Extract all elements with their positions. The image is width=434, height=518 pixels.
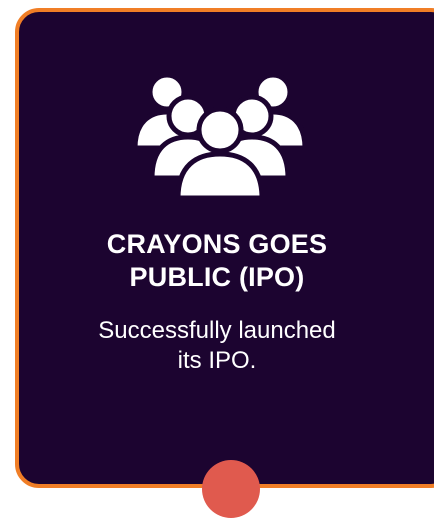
card-description-line: its IPO. [177, 347, 257, 374]
card-description: Successfully launched its IPO. [0, 316, 434, 376]
card-title: CRAYONS GOES PUBLIC (IPO) [0, 228, 434, 294]
timeline-marker-dot [202, 460, 260, 518]
card-description-line: Successfully launched [98, 317, 336, 344]
card-title-line: PUBLIC (IPO) [129, 262, 305, 292]
card-title-line: CRAYONS GOES [106, 229, 328, 259]
